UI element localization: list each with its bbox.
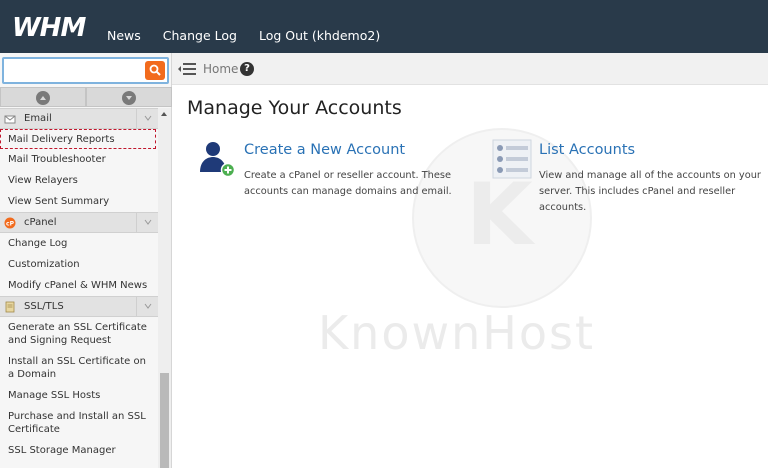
add-user-icon[interactable] [198, 140, 236, 178]
nav-change-log-link[interactable]: Change Log [163, 28, 237, 44]
create-account-description: Create a cPanel or reseller account. The… [244, 170, 452, 197]
help-icon[interactable]: ? [240, 62, 254, 76]
nav-logout-link[interactable]: Log Out (khdemo2) [259, 28, 380, 44]
menu-toggle-icon[interactable] [177, 62, 197, 76]
group-label: SSL/TLS [24, 301, 64, 312]
chevron-down-icon [126, 96, 132, 100]
group-header-email[interactable]: Email [0, 108, 158, 129]
search-button[interactable] [145, 61, 165, 80]
svg-text:cP: cP [6, 221, 15, 228]
watermark-text: KnownHost [318, 306, 595, 360]
top-nav: News Change Log Log Out (khdemo2) [107, 28, 402, 44]
sidebar-item-mail-troubleshooter[interactable]: Mail Troubleshooter [0, 149, 158, 170]
search-box [2, 57, 169, 84]
page-title: Manage Your Accounts [187, 97, 402, 119]
sidebar-item-manage-ssl-hosts[interactable]: Manage SSL Hosts [0, 385, 158, 406]
collapse-toggle[interactable] [136, 109, 158, 128]
collapse-toggle[interactable] [136, 213, 158, 232]
search-icon [149, 64, 161, 76]
scrollbar-thumb[interactable] [160, 373, 169, 468]
sidebar-scroll-buttons [0, 87, 172, 107]
breadcrumb-bar: Home ? [172, 53, 768, 85]
sidebar-item-ssl-storage-manager[interactable]: SSL Storage Manager [0, 440, 158, 461]
whm-logo[interactable]: WHM [12, 13, 86, 43]
nav-news-link[interactable]: News [107, 28, 141, 44]
sidebar-item-purchase-ssl[interactable]: Purchase and Install an SSL Certificate [0, 406, 158, 440]
scroll-down-button[interactable] [86, 87, 172, 107]
list-accounts-link[interactable]: List Accounts [539, 141, 635, 159]
scroll-up-button[interactable] [0, 87, 86, 107]
breadcrumb-home[interactable]: Home [203, 62, 238, 76]
sidebar-scrollbar[interactable] [158, 108, 171, 468]
top-bar: WHM News Change Log Log Out (khdemo2) [0, 0, 768, 53]
sidebar-item-change-log[interactable]: Change Log [0, 233, 158, 254]
sidebar-item-customization[interactable]: Customization [0, 254, 158, 275]
collapse-toggle[interactable] [136, 297, 158, 316]
search-input[interactable] [5, 60, 145, 81]
list-accounts-description: View and manage all of the accounts on y… [539, 170, 761, 213]
list-accounts-icon[interactable] [492, 139, 532, 179]
sidebar-item-modify-news[interactable]: Modify cPanel & WHM News [0, 275, 158, 296]
sidebar-item-view-relayers[interactable]: View Relayers [0, 170, 158, 191]
chevron-down-icon [144, 303, 152, 309]
cpanel-icon: cP [4, 217, 16, 229]
ssl-icon [5, 301, 15, 313]
sidebar-item-view-sent-summary[interactable]: View Sent Summary [0, 191, 158, 212]
chevron-up-icon [40, 96, 46, 100]
watermark-mark: K [466, 165, 533, 265]
sidebar: Email Mail Delivery Reports Mail Trouble… [0, 53, 172, 468]
sidebar-menu: Email Mail Delivery Reports Mail Trouble… [0, 108, 158, 468]
chevron-down-icon [144, 219, 152, 225]
group-header-cpanel[interactable]: cP cPanel [0, 212, 158, 233]
create-account-link[interactable]: Create a New Account [244, 141, 405, 159]
scroll-up-arrow-icon[interactable] [161, 112, 167, 116]
sidebar-item-install-ssl[interactable]: Install an SSL Certificate on a Domain [0, 351, 158, 385]
sidebar-item-generate-ssl-csr[interactable]: Generate an SSL Certificate and Signing … [0, 317, 158, 351]
group-label: cPanel [24, 217, 57, 228]
group-header-ssl-tls[interactable]: SSL/TLS [0, 296, 158, 317]
chevron-down-icon [144, 115, 152, 121]
email-icon [4, 115, 16, 124]
group-label: Email [24, 113, 52, 124]
sidebar-item-mail-delivery-reports[interactable]: Mail Delivery Reports [0, 129, 156, 149]
